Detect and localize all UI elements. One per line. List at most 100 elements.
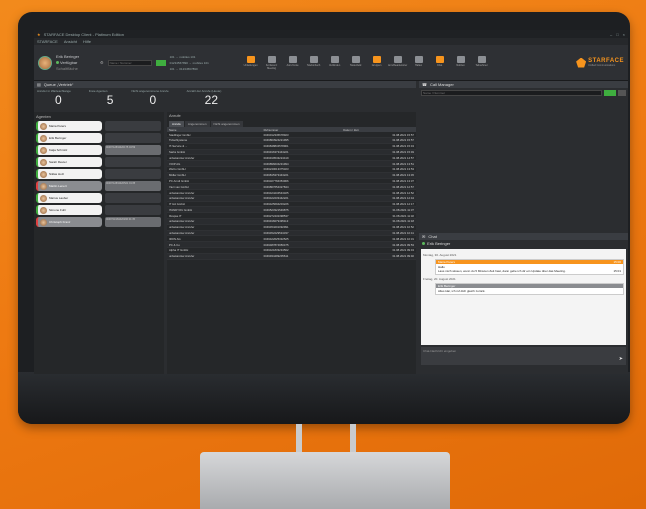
- agent-avatar: [40, 122, 47, 130]
- stat-calls-today: Anzahl der Anrufe (Heute) 22: [187, 89, 222, 109]
- hold-icon: [414, 55, 423, 63]
- toolbar-button[interactable]: Anrufbeantworter: [388, 55, 407, 70]
- agent-row: Maria Peters: [36, 121, 162, 131]
- stat-value: 5: [106, 93, 114, 107]
- agent-card[interactable]: Maria Peters: [36, 121, 102, 131]
- status-dot-icon: [56, 61, 59, 64]
- calls-table: Name Rufnummer Datum / Zeit Stadlinger G…: [167, 127, 416, 260]
- toolbar-button[interactable]: Anruf Liste: [284, 55, 302, 70]
- agent-avatar: [40, 194, 47, 202]
- toolbar-button[interactable]: Konferenz Meeting: [263, 55, 281, 70]
- agent-card[interactable]: Erik Beringer: [36, 133, 102, 143]
- menu-item-starface[interactable]: STARFACE: [37, 39, 58, 44]
- menu-item-help[interactable]: Hilfe: [83, 39, 91, 44]
- agent-card[interactable]: Martin Lenert: [36, 181, 102, 191]
- agent-avatar: [40, 206, 47, 214]
- toolbar: Erik Beringer Verfügbar Schaltfläche ⚙ N…: [34, 45, 628, 81]
- agent-name: Simone Fuhr: [49, 208, 67, 212]
- menu-item-view[interactable]: Ansicht: [64, 39, 77, 44]
- agent-avatar: [40, 170, 47, 178]
- agent-row: Marius Lauber: [36, 193, 162, 203]
- redirect-line-2[interactable]: 01234567890 → mobiles 101: [170, 61, 230, 65]
- app-window: ★ STARFACE Desktop Client - Platinum Edi…: [34, 30, 628, 374]
- agent-card[interactable]: Simone Fuhr: [36, 205, 102, 215]
- stand-base: [200, 452, 450, 509]
- callmanager-search-input[interactable]: Name / Nummer: [421, 90, 602, 96]
- toolbar-button-label: Tastenfeld: [349, 63, 362, 67]
- agent-call-info: 0049712834420521 01:35: [105, 181, 161, 191]
- agent-card[interactable]: Marius Lauber: [36, 193, 102, 203]
- chat-icon: ✉: [422, 234, 426, 239]
- calls-panel: Anrufe Anrufe Angenommen Nicht angenomme…: [167, 112, 416, 374]
- tab-calls[interactable]: Anrufe: [169, 121, 184, 127]
- maximize-icon[interactable]: □: [616, 32, 618, 37]
- agent-card[interactable]: Katja Schmitz: [36, 145, 102, 155]
- agents-title: Agenten: [36, 114, 51, 119]
- toolbar-button[interactable]: Gruppen: [368, 55, 386, 70]
- toolbar-button[interactable]: Verbinden: [326, 55, 344, 70]
- toolbar-button-label: Verbinden: [328, 63, 341, 67]
- chat-input[interactable]: Chat-Nachricht eingeben ➤: [421, 347, 626, 365]
- tab-missed[interactable]: Nicht angenommen: [210, 121, 243, 127]
- queue-panel: ▤ Queue „Vertrieb“ Anrufer in Warteschla…: [34, 81, 416, 374]
- stat-value: 0: [55, 93, 62, 107]
- agent-row: Sarah Reuter: [36, 157, 162, 167]
- toolbar-button[interactable]: Halten: [410, 55, 428, 70]
- callmanager-header: ☎ Call Manager: [419, 81, 628, 88]
- phone-icon: ☎: [422, 82, 427, 87]
- minimize-icon[interactable]: –: [610, 32, 612, 37]
- call-name: unbekannter Anrufer: [167, 253, 262, 260]
- tab-accepted[interactable]: Angenommen: [184, 121, 210, 127]
- callmanager-options-button[interactable]: [618, 90, 626, 96]
- send-icon[interactable]: ➤: [619, 356, 623, 362]
- toolbar-button[interactable]: Teilnehmer: [473, 55, 491, 70]
- agent-card[interactable]: Christoph Franz: [36, 217, 102, 227]
- agent-call-info: 0049712834420175 04:59: [105, 145, 161, 155]
- avatar[interactable]: [38, 55, 52, 70]
- toolbar-button[interactable]: Tastenfeld: [347, 55, 365, 70]
- window-title: STARFACE Desktop Client - Platinum Editi…: [43, 31, 124, 37]
- redirect-line-3[interactable]: 101 → 01234567890: [170, 67, 230, 71]
- chat-date: Freitag, 20. August 2021: [423, 277, 456, 281]
- chat-participant[interactable]: Erik Beringer: [427, 241, 450, 246]
- queue-header: ▤ Queue „Vertrieb“: [34, 81, 416, 88]
- agent-call-info: [105, 193, 161, 203]
- app-logo-icon: ★: [37, 31, 41, 37]
- toolbar-button[interactable]: Notizen: [452, 55, 470, 70]
- search-input[interactable]: Name / Nummer: [107, 59, 152, 66]
- notes-icon: [456, 55, 465, 63]
- message-author: Maria Peters: [438, 260, 456, 264]
- toolbar-button[interactable]: Umleitungen: [242, 55, 260, 70]
- chat-message: Maria Peters 15:00 Hallo Lass mich wisse…: [435, 259, 624, 275]
- toolbar-button[interactable]: Chat: [431, 55, 449, 70]
- participant-status-icon: [422, 242, 425, 245]
- agent-call-info: [105, 205, 161, 215]
- agent-name: Katja Schmitz: [49, 148, 68, 152]
- toolbar-button[interactable]: Telefonbuch: [305, 55, 323, 70]
- agent-call-info: [105, 121, 161, 131]
- user-status[interactable]: Verfügbar: [60, 60, 77, 65]
- stat-waiting: Anrufer in Warteschlange 0: [37, 89, 71, 109]
- redirect-line-1[interactable]: 101 → mobiles 101: [170, 55, 230, 59]
- close-icon[interactable]: ×: [623, 32, 625, 37]
- agent-card[interactable]: Sarah Reuter: [36, 157, 102, 167]
- toolbar-button-label: Gruppen: [371, 63, 382, 67]
- title-bar: ★ STARFACE Desktop Client - Platinum Edi…: [34, 30, 628, 38]
- toolbar-button-label: Umleitungen: [243, 63, 258, 67]
- callmanager-call-button[interactable]: [604, 90, 616, 96]
- callmanager-search: Name / Nummer: [421, 90, 626, 96]
- chat-history: Montag, 30. August 2021 Maria Peters 15:…: [421, 249, 626, 345]
- message-body: Alles klar, ich ruf dich gleich zurück.: [436, 288, 623, 294]
- callmanager-panel: ☎ Call Manager Name / Nummer ✉ Chat Erik…: [419, 81, 628, 374]
- stat-label: Anrufer in Warteschlange: [37, 89, 71, 93]
- menu-bar: STARFACE Ansicht Hilfe: [34, 38, 628, 45]
- starface-star-icon: [576, 57, 587, 68]
- settings-icon[interactable]: ⚙: [100, 60, 104, 65]
- calls-tabs: Anrufe Angenommen Nicht angenommen: [167, 119, 416, 127]
- agent-row: Martin Lenert 0049712834420521 01:35: [36, 181, 162, 191]
- agent-name: Sarah Reuter: [49, 160, 67, 164]
- call-button[interactable]: [155, 59, 166, 66]
- calls-table-body: Stadlinger GmbH 0049012345678923 31.08.202…: [167, 132, 416, 260]
- table-row[interactable]: unbekannter Anrufer 0049934499205611 31.08…: [167, 253, 416, 260]
- agent-card[interactable]: Niklas Holz: [36, 169, 102, 179]
